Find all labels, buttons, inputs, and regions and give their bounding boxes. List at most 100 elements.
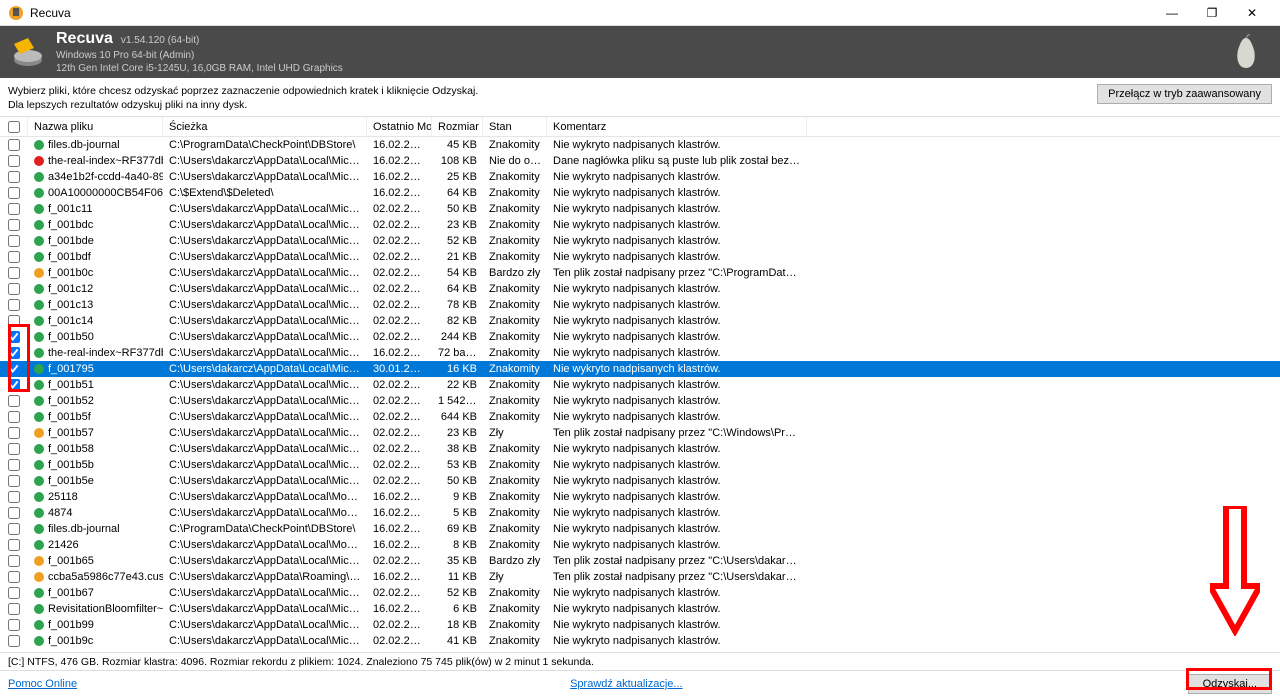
file-date: 02.02.2025 1...	[367, 219, 432, 231]
row-checkbox[interactable]	[8, 587, 20, 599]
row-checkbox[interactable]	[8, 411, 20, 423]
table-row[interactable]: f_001bdfC:\Users\dakarcz\AppData\Local\M…	[0, 249, 1280, 265]
table-row[interactable]: f_001b5eC:\Users\dakarcz\AppData\Local\M…	[0, 473, 1280, 489]
col-comment[interactable]: Komentarz	[547, 117, 807, 136]
table-row[interactable]: f_001b52C:\Users\dakarcz\AppData\Local\M…	[0, 393, 1280, 409]
help-link[interactable]: Pomoc Online	[8, 678, 77, 690]
file-date: 02.02.2025 1...	[367, 411, 432, 423]
row-checkbox[interactable]	[8, 619, 20, 631]
row-checkbox[interactable]	[8, 459, 20, 471]
row-checkbox[interactable]	[8, 203, 20, 215]
row-checkbox[interactable]	[8, 315, 20, 327]
row-checkbox[interactable]	[8, 283, 20, 295]
table-row[interactable]: 00A10000000CB54F06C...C:\$Extend\$Delete…	[0, 185, 1280, 201]
row-checkbox[interactable]	[8, 299, 20, 311]
file-comment: Nie wykryto nadpisanych klastrów.	[547, 587, 807, 599]
file-size: 22 KB	[432, 379, 483, 391]
row-checkbox[interactable]	[8, 363, 20, 375]
maximize-button[interactable]: ❐	[1192, 1, 1232, 25]
row-checkbox[interactable]	[8, 603, 20, 615]
grid-body[interactable]: files.db-journalC:\ProgramData\CheckPoin…	[0, 137, 1280, 652]
table-row[interactable]: RevisitationBloomfilter~...C:\Users\daka…	[0, 601, 1280, 617]
table-row[interactable]: f_001b50C:\Users\dakarcz\AppData\Local\M…	[0, 329, 1280, 345]
instruction-line-1: Wybierz pliki, które chcesz odzyskać pop…	[8, 84, 478, 98]
table-row[interactable]: files.db-journalC:\ProgramData\CheckPoin…	[0, 137, 1280, 153]
file-size: 18 KB	[432, 619, 483, 631]
row-checkbox[interactable]	[8, 171, 20, 183]
row-checkbox[interactable]	[8, 491, 20, 503]
file-date: 02.02.2025 1...	[367, 267, 432, 279]
table-row[interactable]: ccba5a5986c77e43.cust...C:\Users\dakarcz…	[0, 569, 1280, 585]
table-row[interactable]: f_001c13C:\Users\dakarcz\AppData\Local\M…	[0, 297, 1280, 313]
col-size[interactable]: Rozmiar	[432, 117, 483, 136]
col-name[interactable]: Nazwa pliku	[28, 117, 163, 136]
check-updates-link[interactable]: Sprawdź aktualizacje...	[570, 678, 683, 690]
file-state: Zły	[483, 571, 547, 583]
row-checkbox[interactable]	[8, 555, 20, 567]
col-path[interactable]: Ścieżka	[163, 117, 367, 136]
table-row[interactable]: 21426C:\Users\dakarcz\AppData\Local\Mozi…	[0, 537, 1280, 553]
table-row[interactable]: a34e1b2f-ccdd-4a40-89...C:\Users\dakarcz…	[0, 169, 1280, 185]
row-checkbox[interactable]	[8, 251, 20, 263]
file-state: Znakomity	[483, 603, 547, 615]
row-checkbox[interactable]	[8, 571, 20, 583]
table-row[interactable]: f_001795C:\Users\dakarcz\AppData\Local\M…	[0, 361, 1280, 377]
close-button[interactable]: ✕	[1232, 1, 1272, 25]
file-name: f_001bdc	[48, 219, 93, 231]
table-row[interactable]: f_001b51C:\Users\dakarcz\AppData\Local\M…	[0, 377, 1280, 393]
status-dot-icon	[34, 556, 44, 566]
row-checkbox[interactable]	[8, 395, 20, 407]
row-checkbox[interactable]	[8, 187, 20, 199]
col-date[interactable]: Ostatnio Mo...	[367, 117, 432, 136]
table-row[interactable]: f_001c14C:\Users\dakarcz\AppData\Local\M…	[0, 313, 1280, 329]
row-checkbox[interactable]	[8, 475, 20, 487]
row-checkbox[interactable]	[8, 235, 20, 247]
row-checkbox[interactable]	[8, 427, 20, 439]
file-state: Znakomity	[483, 203, 547, 215]
table-row[interactable]: the-real-index~RF377db...C:\Users\dakarc…	[0, 345, 1280, 361]
row-checkbox[interactable]	[8, 267, 20, 279]
select-all-checkbox[interactable]	[8, 121, 20, 133]
table-row[interactable]: f_001b9cC:\Users\dakarcz\AppData\Local\M…	[0, 633, 1280, 649]
table-row[interactable]: 4874C:\Users\dakarcz\AppData\Local\Mozil…	[0, 505, 1280, 521]
table-row[interactable]: f_001b0cC:\Users\dakarcz\AppData\Local\M…	[0, 265, 1280, 281]
row-checkbox[interactable]	[8, 379, 20, 391]
table-row[interactable]: the-real-index~RF377db...C:\Users\dakarc…	[0, 153, 1280, 169]
table-row[interactable]: f_001c12C:\Users\dakarcz\AppData\Local\M…	[0, 281, 1280, 297]
table-row[interactable]: f_001b65C:\Users\dakarcz\AppData\Local\M…	[0, 553, 1280, 569]
file-path: C:\Users\dakarcz\AppData\Local\Microso..…	[163, 363, 367, 375]
row-checkbox[interactable]	[8, 139, 20, 151]
file-size: 108 KB	[432, 155, 483, 167]
row-checkbox[interactable]	[8, 523, 20, 535]
table-row[interactable]: f_001b99C:\Users\dakarcz\AppData\Local\M…	[0, 617, 1280, 633]
table-row[interactable]: f_001b57C:\Users\dakarcz\AppData\Local\M…	[0, 425, 1280, 441]
file-path: C:\Users\dakarcz\AppData\Roaming\Micr...	[163, 571, 367, 583]
file-grid: Nazwa pliku Ścieżka Ostatnio Mo... Rozmi…	[0, 116, 1280, 652]
table-row[interactable]: f_001c11C:\Users\dakarcz\AppData\Local\M…	[0, 201, 1280, 217]
file-path: C:\Users\dakarcz\AppData\Local\Microso..…	[163, 475, 367, 487]
file-size: 16 KB	[432, 363, 483, 375]
table-row[interactable]: f_001b5bC:\Users\dakarcz\AppData\Local\M…	[0, 457, 1280, 473]
advanced-mode-button[interactable]: Przełącz w tryb zaawansowany	[1097, 84, 1272, 104]
row-checkbox[interactable]	[8, 635, 20, 647]
row-checkbox[interactable]	[8, 347, 20, 359]
row-checkbox[interactable]	[8, 219, 20, 231]
row-checkbox[interactable]	[8, 331, 20, 343]
status-dot-icon	[34, 252, 44, 262]
row-checkbox[interactable]	[8, 507, 20, 519]
row-checkbox[interactable]	[8, 443, 20, 455]
table-row[interactable]: f_001b58C:\Users\dakarcz\AppData\Local\M…	[0, 441, 1280, 457]
table-row[interactable]: f_001b5fC:\Users\dakarcz\AppData\Local\M…	[0, 409, 1280, 425]
recover-button[interactable]: Odzyskaj...	[1188, 674, 1272, 694]
table-row[interactable]: files.db-journalC:\ProgramData\CheckPoin…	[0, 521, 1280, 537]
table-row[interactable]: f_001bdeC:\Users\dakarcz\AppData\Local\M…	[0, 233, 1280, 249]
col-state[interactable]: Stan	[483, 117, 547, 136]
table-row[interactable]: 25118C:\Users\dakarcz\AppData\Local\Mozi…	[0, 489, 1280, 505]
file-size: 72 bajt...	[432, 347, 483, 359]
row-checkbox[interactable]	[8, 155, 20, 167]
minimize-button[interactable]: —	[1152, 1, 1192, 25]
table-row[interactable]: f_001bdcC:\Users\dakarcz\AppData\Local\M…	[0, 217, 1280, 233]
row-checkbox[interactable]	[8, 539, 20, 551]
table-row[interactable]: f_001b67C:\Users\dakarcz\AppData\Local\M…	[0, 585, 1280, 601]
file-date: 16.02.2025 1...	[367, 139, 432, 151]
